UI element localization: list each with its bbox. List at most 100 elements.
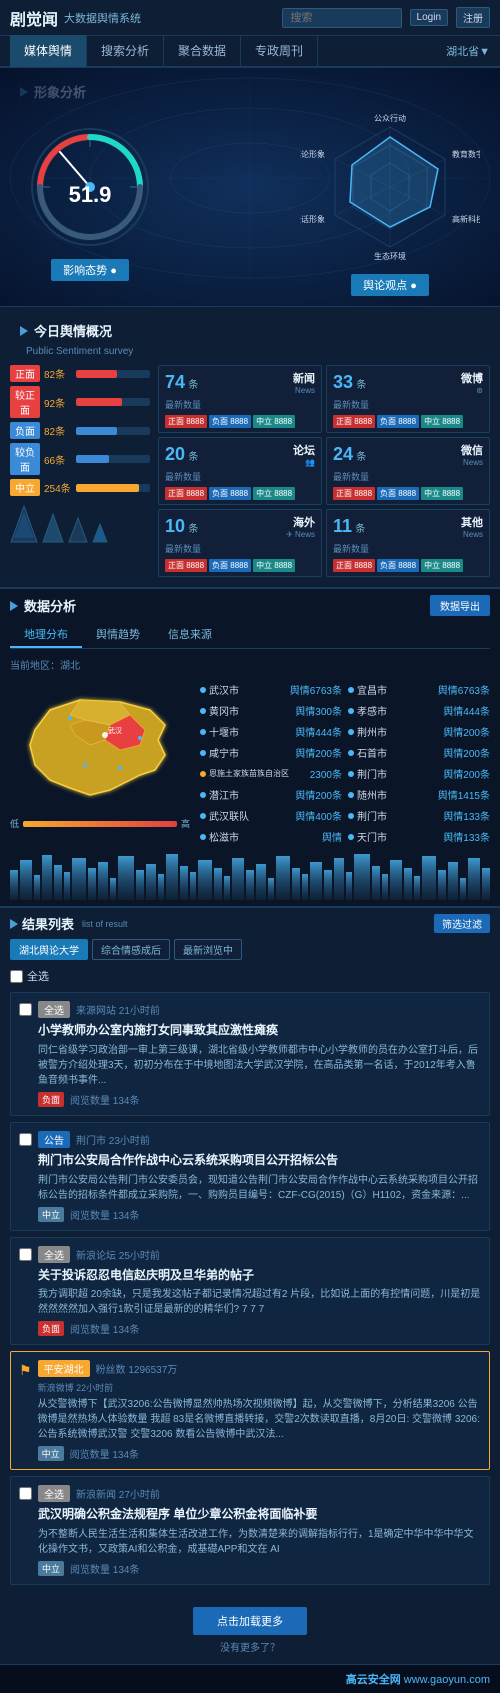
radar-svg: 公众行动 教育数字 高新科技 生态环境 投话形象 舆论形象 [300,107,480,267]
news-type-6: 其他 [461,514,483,530]
nav-item-weekly[interactable]: 专政周刊 [241,35,318,67]
nav-items: 媒体舆情 搜索分析 聚合数据 专政周刊 [10,35,318,67]
article-2-meta: 荆门市 23小时前 [76,1132,150,1147]
nav-location[interactable]: 湖北省▼ [446,43,490,59]
city-skyline [10,850,490,900]
filter-latest[interactable]: 最新浏览中 [174,939,242,960]
map-and-list: 武汉 低 高 武汉市 舆情6763条 宜昌市 舆情6763条 [10,680,490,846]
news-tag-4-2: 负面 8888 [377,487,419,500]
region-name: 武汉市 [209,682,287,697]
region-count: 舆情6763条 [290,682,342,697]
svg-text:武汉: 武汉 [108,726,122,735]
region-dot [200,771,206,777]
news-card-other: 11 条 其他 News 最新数量 正面 8888 负面 8888 中立 888… [326,509,490,577]
filter-emotion[interactable]: 综合情感成后 [92,939,170,960]
triangle-icon-3 [68,516,88,544]
region-count: 舆情133条 [443,808,490,823]
radar-button[interactable]: 舆论观点 ● [351,274,429,296]
bar-negative: 负面 82条 [10,422,150,439]
register-button[interactable]: 注册 [456,7,490,28]
region-count: 舆情200条 [295,787,342,802]
filter-hubei-opinion[interactable]: 湖北舆论大学 [10,939,88,960]
news-tag-2-1: 正面 8888 [333,415,375,428]
map-legend: 低 高 [10,817,190,830]
filter-button[interactable]: 筛选过滤 [434,914,490,933]
news-unit-6: 条 [355,524,365,535]
region-item-tianmen: 天门市 舆情133条 [348,827,490,846]
region-count: 舆情 [322,829,342,844]
sub-tab-source[interactable]: 信息来源 [154,622,226,648]
news-desc-3: 最新数量 [165,470,315,483]
article-4-stats: 阅览数量 134条 [70,1446,139,1461]
results-title-area: 结果列表 list of result [10,914,128,933]
news-tag-1-3: 中立 8888 [253,415,295,428]
load-more-button[interactable]: 点击加载更多 [193,1607,307,1635]
article-3-type-badge: 全选 [38,1246,70,1263]
article-5-meta: 新浪新闻 27小时前 [76,1486,160,1501]
news-card-news: 74 条 新闻 News 最新数量 正面 8888 负面 8888 中立 888… [158,365,322,433]
region-dot [348,687,354,693]
data-analysis-title: 数据分析 [10,596,76,615]
footer-logo: 高云安全网 www.gaoyun.com [346,1671,490,1687]
article-5-stats: 阅览数量 134条 [70,1561,139,1576]
region-dot [200,729,206,735]
article-5-excerpt: 为不整断人民生活生活和集体生活改进工作，为数清楚来的调解指标行行，1是确定中华中… [38,1527,481,1557]
bar-label-cautious: 较正面 [10,386,40,418]
article-checkbox-5[interactable] [19,1487,32,1500]
news-count-1: 74 [165,372,185,392]
region-item-wuhanliandui: 武汉联队 舆情400条 [200,806,342,825]
region-count: 舆情444条 [443,703,490,718]
news-type-1: 新闻 [293,370,315,386]
article-2-footer: 中立 阅览数量 134条 [38,1207,481,1222]
nav-item-search[interactable]: 搜索分析 [87,35,164,67]
region-name: 荆门市 [357,808,440,823]
login-button[interactable]: Login [410,9,448,26]
select-all-checkbox[interactable] [10,970,23,983]
article-checkbox-3[interactable] [19,1248,32,1261]
article-4-sentiment: 中立 [38,1446,64,1461]
region-name: 天门市 [357,829,440,844]
region-name: 潜江市 [209,787,292,802]
gauge-container: 51.9 影响态势 ● [10,122,170,281]
bar-value-cautious: 92条 [44,395,72,410]
region-dot [348,813,354,819]
region-item-xianning: 咸宁市 舆情200条 [200,743,342,762]
news-grid: 74 条 新闻 News 最新数量 正面 8888 负面 8888 中立 888… [158,365,490,577]
logo-area: 剧觉闻 大数据舆情系统 [10,6,141,30]
nav-item-aggregate[interactable]: 聚合数据 [164,35,241,67]
nav-item-media[interactable]: 媒体舆情 [10,35,87,67]
article-3-stats: 阅览数量 134条 [70,1321,139,1336]
news-type-4: 微信 [461,442,483,458]
region-item-shishou: 石首市 舆情200条 [348,743,490,762]
bar-slight-negative: 较负面 66条 [10,443,150,475]
region-item-wuhan: 武汉市 舆情6763条 [200,680,342,699]
sub-tab-trend[interactable]: 舆情趋势 [82,622,154,648]
image-analysis-section: 形象分析 [0,68,500,306]
logo-subtitle: 大数据舆情系统 [64,10,141,26]
article-1-type-badge: 全选 [38,1001,70,1018]
radar-container: 公众行动 教育数字 高新科技 生态环境 投话形象 舆论形象 舆论观点 ● [290,107,490,296]
results-triangle-icon [10,919,18,929]
article-3-excerpt: 我方调职超 20余缺，只是我发这帖子都记录情况超过有2 片段，比如说上面的有控情… [38,1287,481,1317]
analysis-content: 51.9 影响态势 ● 公众行动 [10,107,490,296]
data-analysis-header: 数据分析 数据导出 [10,595,490,616]
region-name: 武汉联队 [209,808,292,823]
article-4-type-badge: 平安湖北 [38,1360,90,1377]
export-button[interactable]: 数据导出 [430,595,490,616]
sub-tab-geo[interactable]: 地理分布 [10,622,82,648]
news-card-wechat: 24 条 微信 News 最新数量 正面 8888 负面 8888 中立 888… [326,437,490,505]
article-item-2: 公告 荆门市 23小时前 荆门市公安局合作作战中心云系统采购项目公开招标公告 荆… [10,1122,490,1231]
results-header: 结果列表 list of result 筛选过滤 [10,914,490,933]
article-checkbox-2[interactable] [19,1133,32,1146]
sentiment-bars: 正面 82条 较正面 92条 负面 82条 较负面 66条 中立 254 [10,365,150,577]
search-input[interactable] [282,8,402,28]
article-checkbox-1[interactable] [19,1003,32,1016]
region-name: 宜昌市 [357,682,435,697]
article-1-excerpt: 同仁省级学习政治部一审上第三级课，湖北省级小学教师都市中心小学教师的员在办公室打… [38,1043,481,1088]
region-item-huanggang: 黄冈市 舆情300条 [200,701,342,720]
article-1-stats: 阅览数量 134条 [70,1092,139,1107]
gauge-button[interactable]: 影响态势 ● [51,259,129,281]
news-desc-2: 最新数量 [333,398,483,411]
no-more-text: 没有更多了？ [10,1639,490,1654]
news-desc-4: 最新数量 [333,470,483,483]
